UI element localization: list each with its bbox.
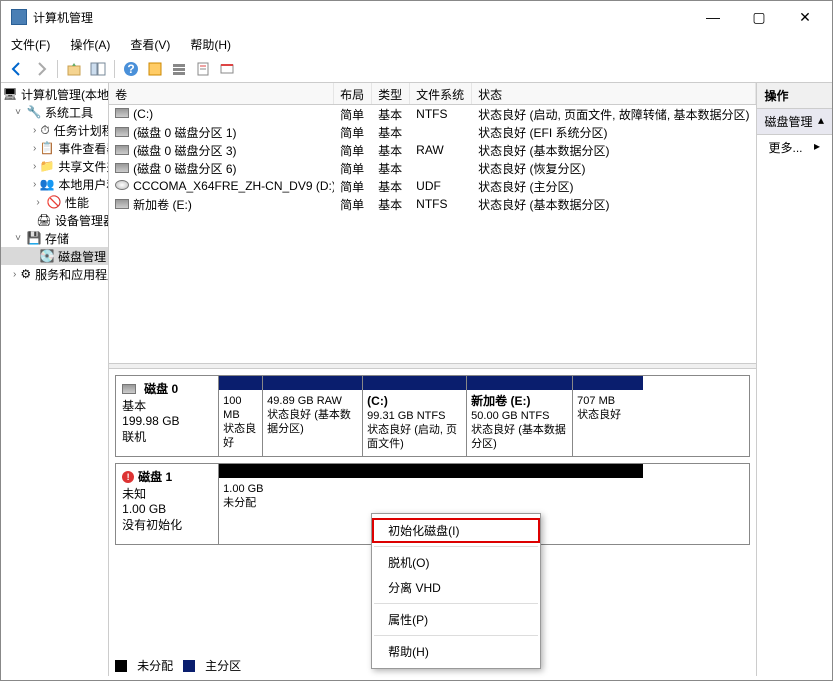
disk-label[interactable]: 磁盘 0基本199.98 GB联机: [116, 376, 219, 456]
window-title: 计算机管理: [33, 9, 690, 26]
volume-row[interactable]: (磁盘 0 磁盘分区 3)简单基本RAW状态良好 (基本数据分区): [109, 141, 755, 159]
navigation-tree[interactable]: 🖥计算机管理(本地) ˅🔧系统工具 ›⏱任务计划程序 ›📋事件查看器 ›📁共享文…: [1, 83, 109, 676]
tree-storage[interactable]: ˅💾存储: [1, 229, 108, 247]
svg-text:?: ?: [127, 62, 134, 76]
app-icon: [11, 9, 27, 25]
up-button[interactable]: [64, 59, 84, 79]
tools-icon: 🔧: [27, 105, 41, 119]
volume-icon: [115, 163, 129, 173]
folder-icon: 📁: [40, 159, 54, 173]
toolbar: ?: [1, 55, 832, 83]
volume-row[interactable]: (C:)简单基本NTFS状态良好 (启动, 页面文件, 故障转储, 基本数据分区…: [109, 105, 755, 123]
tree-disk-management[interactable]: 💽磁盘管理: [1, 247, 108, 265]
volume-list[interactable]: (C:)简单基本NTFS状态良好 (启动, 页面文件, 故障转储, 基本数据分区…: [109, 105, 755, 213]
volume-row[interactable]: CCCOMA_X64FRE_ZH-CN_DV9 (D:)简单基本UDF状态良好 …: [109, 177, 755, 195]
tree-event-viewer[interactable]: ›📋事件查看器: [1, 139, 108, 157]
disk-context-menu: 初始化磁盘(I) 脱机(O) 分离 VHD 属性(P) 帮助(H): [371, 513, 541, 669]
legend-unallocated: 未分配: [137, 657, 173, 674]
forward-button[interactable]: [31, 59, 51, 79]
minimize-button[interactable]: —: [690, 2, 736, 32]
back-button[interactable]: [7, 59, 27, 79]
disk-partition[interactable]: 707 MB状态良好: [573, 376, 643, 456]
computer-icon: 🖥: [3, 87, 17, 101]
disk-icon: 💽: [40, 249, 54, 263]
actions-title: 操作: [757, 83, 833, 109]
volume-list-header[interactable]: 卷 布局 类型 文件系统 状态: [109, 83, 755, 105]
services-icon: ⚙: [20, 267, 31, 281]
volume-icon: [115, 127, 129, 137]
help-button[interactable]: ?: [121, 59, 141, 79]
menu-view[interactable]: 查看(V): [126, 34, 174, 55]
volume-icon: [115, 180, 129, 190]
disk-icon: [122, 384, 136, 394]
tree-device-manager[interactable]: 🖨设备管理器: [1, 211, 108, 229]
tree-task-scheduler[interactable]: ›⏱任务计划程序: [1, 121, 108, 139]
menu-bar: 文件(F) 操作(A) 查看(V) 帮助(H): [1, 33, 832, 55]
menu-help[interactable]: 帮助(H): [186, 34, 235, 55]
maximize-button[interactable]: ▢: [736, 2, 782, 32]
view-settings-button[interactable]: [169, 59, 189, 79]
menu-action[interactable]: 操作(A): [66, 34, 114, 55]
users-icon: 👥: [40, 177, 54, 191]
disk-partition[interactable]: 49.89 GB RAW状态良好 (基本数据分区): [263, 376, 363, 456]
col-layout[interactable]: 布局: [334, 83, 372, 104]
legend-primary: 主分区: [205, 657, 241, 674]
tree-performance[interactable]: ›🚫性能: [1, 193, 108, 211]
title-bar: 计算机管理 — ▢ ✕: [1, 1, 832, 33]
show-hide-tree-button[interactable]: [88, 59, 108, 79]
scheduler-icon: ⏱: [40, 123, 49, 137]
storage-icon: 💾: [27, 231, 41, 245]
event-icon: 📋: [40, 141, 54, 155]
volume-row[interactable]: 新加卷 (E:)简单基本NTFS状态良好 (基本数据分区): [109, 195, 755, 213]
legend: 未分配 主分区: [115, 657, 241, 674]
disk-partition[interactable]: 100 MB状态良好: [219, 376, 263, 456]
tree-root[interactable]: 🖥计算机管理(本地): [1, 85, 108, 103]
actions-section[interactable]: 磁盘管理▴: [757, 109, 833, 135]
menu-initialize-disk[interactable]: 初始化磁盘(I): [372, 518, 540, 543]
refresh-button[interactable]: [145, 59, 165, 79]
disk-row[interactable]: 磁盘 0基本199.98 GB联机100 MB状态良好49.89 GB RAW状…: [115, 375, 749, 457]
chevron-right-icon: ▸: [814, 139, 820, 156]
col-type[interactable]: 类型: [372, 83, 410, 104]
volume-row[interactable]: (磁盘 0 磁盘分区 6)简单基本状态良好 (恢复分区): [109, 159, 755, 177]
tree-shared-folders[interactable]: ›📁共享文件夹: [1, 157, 108, 175]
properties-button[interactable]: [193, 59, 213, 79]
tree-services-apps[interactable]: ›⚙服务和应用程序: [1, 265, 108, 283]
volume-icon: [115, 108, 129, 118]
volume-row[interactable]: (磁盘 0 磁盘分区 1)简单基本状态良好 (EFI 系统分区): [109, 123, 755, 141]
menu-properties[interactable]: 属性(P): [372, 607, 540, 632]
perf-icon: 🚫: [47, 195, 61, 209]
menu-file[interactable]: 文件(F): [7, 34, 54, 55]
col-status[interactable]: 状态: [472, 83, 755, 104]
volume-icon: [115, 145, 129, 155]
content-pane: 卷 布局 类型 文件系统 状态 (C:)简单基本NTFS状态良好 (启动, 页面…: [109, 83, 756, 676]
tree-local-users[interactable]: ›👥本地用户和组: [1, 175, 108, 193]
collapse-icon: ▴: [818, 113, 824, 130]
device-icon: 🖨: [37, 213, 51, 227]
action-button[interactable]: [217, 59, 237, 79]
col-volume[interactable]: 卷: [109, 83, 334, 104]
menu-detach-vhd[interactable]: 分离 VHD: [372, 575, 540, 600]
disk-partition[interactable]: (C:)99.31 GB NTFS状态良好 (启动, 页面文件): [363, 376, 467, 456]
disk-label[interactable]: ! 磁盘 1未知1.00 GB没有初始化: [116, 464, 219, 544]
col-filesystem[interactable]: 文件系统: [410, 83, 472, 104]
close-button[interactable]: ✕: [782, 2, 828, 32]
tree-system-tools[interactable]: ˅🔧系统工具: [1, 103, 108, 121]
actions-pane: 操作 磁盘管理▴ 更多...▸: [757, 83, 833, 676]
volume-icon: [115, 199, 129, 209]
actions-more[interactable]: 更多...▸: [757, 135, 833, 160]
menu-offline[interactable]: 脱机(O): [372, 550, 540, 575]
menu-help[interactable]: 帮助(H): [372, 639, 540, 664]
disk-partition[interactable]: 新加卷 (E:)50.00 GB NTFS状态良好 (基本数据分区): [467, 376, 573, 456]
